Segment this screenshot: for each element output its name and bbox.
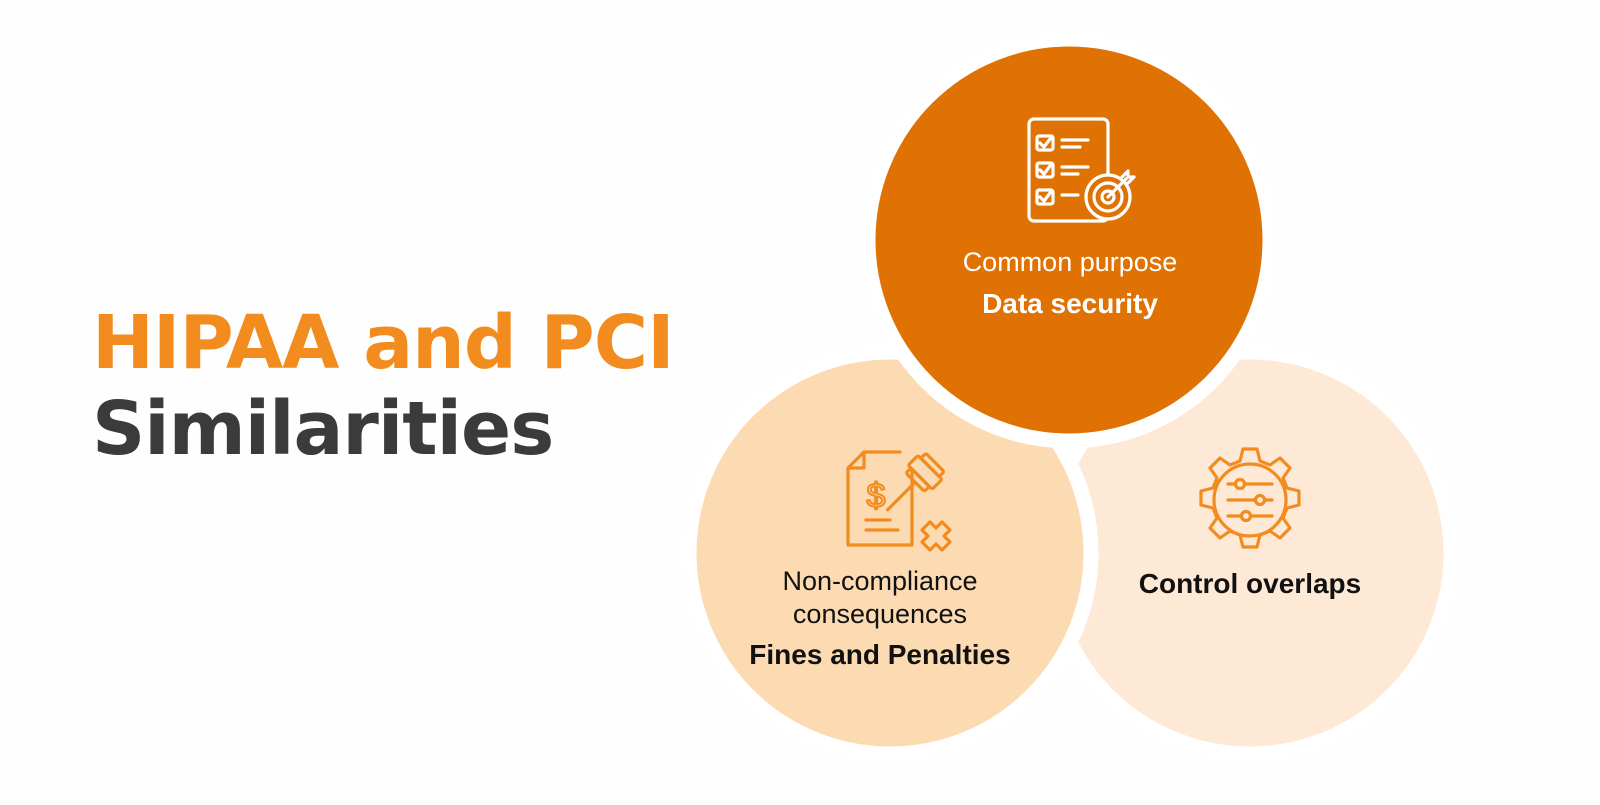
label-fines-penalties: Non-compliance consequences Fines and Pe… (740, 565, 1020, 671)
label-control-overlaps-text: Control overlaps (1138, 568, 1362, 599)
label-data-security-text: Data security (982, 288, 1158, 319)
label-common-purpose: Common purpose (962, 247, 1178, 277)
svg-text:$: $ (867, 477, 886, 515)
label-non-compliance: Non-compliance consequences (782, 566, 978, 629)
label-data-security: Common purpose Data security (930, 246, 1210, 320)
venn-diagram: $ (681, 31, 1459, 762)
label-fines-penalties-text: Fines and Penalties (749, 639, 1011, 670)
circle-data-security (860, 31, 1278, 449)
label-control-overlaps: Control overlaps (1130, 567, 1370, 600)
